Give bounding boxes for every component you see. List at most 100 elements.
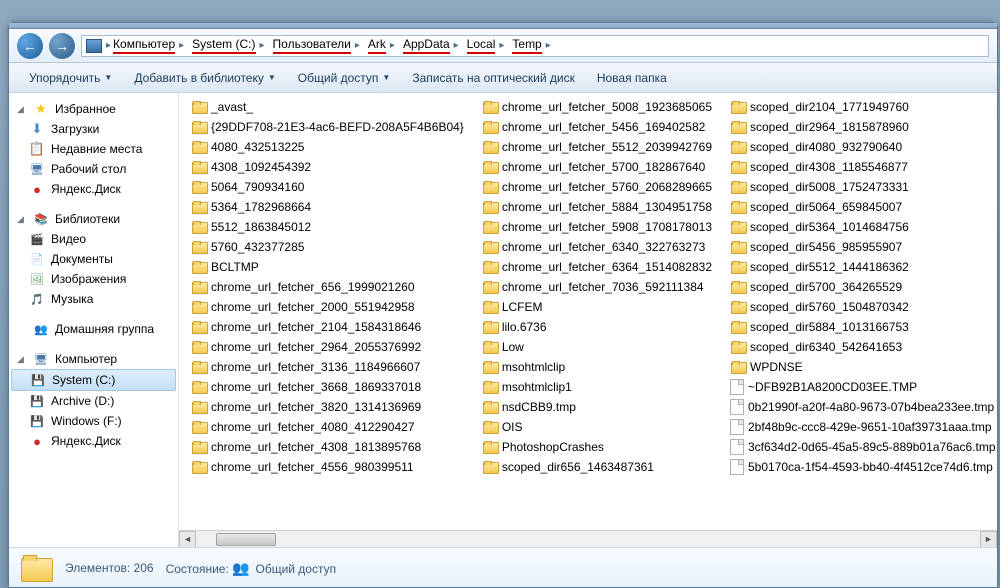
- sidebar-item-загрузки[interactable]: Загрузки: [9, 119, 178, 139]
- folder-item[interactable]: chrome_url_fetcher_3668_1869337018: [187, 377, 468, 397]
- chevron-right-icon[interactable]: ▸: [542, 40, 555, 51]
- file-item[interactable]: 2bf48b9c-ccc8-429e-9651-10af39731aaa.tmp: [726, 417, 997, 437]
- sidebar-head-Избранное[interactable]: ◢Избранное: [9, 99, 178, 119]
- folder-item[interactable]: 5364_1782968664: [187, 197, 468, 217]
- folder-item[interactable]: scoped_dir4080_932790640: [726, 137, 997, 157]
- breadcrumb-system-c-[interactable]: System (C:)▸: [190, 36, 270, 56]
- folder-item[interactable]: 5064_790934160: [187, 177, 468, 197]
- burn-button[interactable]: Записать на оптический диск: [402, 67, 585, 89]
- scroll-right-icon[interactable]: ►: [980, 531, 997, 548]
- folder-item[interactable]: BCLTMP: [187, 257, 468, 277]
- chevron-right-icon[interactable]: ▸: [450, 40, 463, 51]
- sidebar-item-недавние-места[interactable]: Недавние места: [9, 139, 178, 159]
- folder-item[interactable]: scoped_dir5364_1014684756: [726, 217, 997, 237]
- folder-item[interactable]: chrome_url_fetcher_656_1999021260: [187, 277, 468, 297]
- breadcrumb-appdata[interactable]: AppData▸: [401, 36, 465, 56]
- folder-item[interactable]: chrome_url_fetcher_6364_1514082832: [478, 257, 716, 277]
- folder-item[interactable]: lilo.6736: [478, 317, 716, 337]
- sidebar-item-яндекс-диск[interactable]: Яндекс.Диск: [9, 431, 178, 451]
- sidebar-head-Библиотеки[interactable]: ◢Библиотеки: [9, 209, 178, 229]
- folder-item[interactable]: scoped_dir656_1463487361: [478, 457, 716, 477]
- file-list-pane[interactable]: _avast_{29DDF708-21E3-4ac6-BEFD-208A5F4B…: [179, 93, 997, 547]
- file-item[interactable]: ~DFB92B1A8200CD03EE.TMP: [726, 377, 997, 397]
- chevron-right-icon[interactable]: ▸: [351, 40, 364, 51]
- sidebar-item-изображения[interactable]: Изображения: [9, 269, 178, 289]
- folder-item[interactable]: msohtmlclip: [478, 357, 716, 377]
- back-button[interactable]: ←: [17, 33, 43, 59]
- folder-item[interactable]: chrome_url_fetcher_3136_1184966607: [187, 357, 468, 377]
- sidebar-item-видео[interactable]: Видео: [9, 229, 178, 249]
- folder-item[interactable]: scoped_dir5512_1444186362: [726, 257, 997, 277]
- folder-item[interactable]: chrome_url_fetcher_2104_1584318646: [187, 317, 468, 337]
- folder-item[interactable]: msohtmlclip1: [478, 377, 716, 397]
- scroll-left-icon[interactable]: ◄: [179, 531, 196, 548]
- folder-item[interactable]: {29DDF708-21E3-4ac6-BEFD-208A5F4B6B04}: [187, 117, 468, 137]
- chevron-right-icon[interactable]: ▸: [495, 40, 508, 51]
- folder-item[interactable]: chrome_url_fetcher_7036_592111384: [478, 277, 716, 297]
- new-folder-button[interactable]: Новая папка: [587, 67, 677, 89]
- folder-item[interactable]: chrome_url_fetcher_5456_169402582: [478, 117, 716, 137]
- file-item[interactable]: 0b21990f-a20f-4a80-9673-07b4bea233ee.tmp: [726, 397, 997, 417]
- forward-button[interactable]: →: [49, 33, 75, 59]
- breadcrumb--[interactable]: Компьютер▸: [111, 36, 190, 56]
- folder-item[interactable]: PhotoshopCrashes: [478, 437, 716, 457]
- file-item[interactable]: 3cf634d2-0d65-45a5-89c5-889b01a76ac6.tmp: [726, 437, 997, 457]
- folder-item[interactable]: scoped_dir4308_1185546877: [726, 157, 997, 177]
- folder-item[interactable]: 4308_1092454392: [187, 157, 468, 177]
- sidebar-item-документы[interactable]: Документы: [9, 249, 178, 269]
- sidebar-item-музыка[interactable]: Музыка: [9, 289, 178, 309]
- sidebar-head-Домашняя группа[interactable]: Домашняя группа: [9, 319, 178, 339]
- folder-item[interactable]: 5512_1863845012: [187, 217, 468, 237]
- folder-item[interactable]: scoped_dir5456_985955907: [726, 237, 997, 257]
- sidebar-head-Компьютер[interactable]: ◢Компьютер: [9, 349, 178, 369]
- horizontal-scrollbar[interactable]: ◄ ►: [179, 530, 997, 547]
- folder-item[interactable]: scoped_dir5064_659845007: [726, 197, 997, 217]
- folder-item[interactable]: _avast_: [187, 97, 468, 117]
- sidebar-item-archive-d-[interactable]: Archive (D:): [9, 391, 178, 411]
- add-library-button[interactable]: Добавить в библиотеку▼: [124, 67, 285, 89]
- chevron-right-icon[interactable]: ▸: [386, 40, 399, 51]
- chevron-right-icon[interactable]: ▸: [175, 40, 188, 51]
- folder-item[interactable]: Low: [478, 337, 716, 357]
- folder-item[interactable]: LCFEM: [478, 297, 716, 317]
- folder-item[interactable]: chrome_url_fetcher_3820_1314136969: [187, 397, 468, 417]
- folder-item[interactable]: scoped_dir5760_1504870342: [726, 297, 997, 317]
- folder-item[interactable]: chrome_url_fetcher_5512_2039942769: [478, 137, 716, 157]
- sidebar-item-system-c-[interactable]: System (C:): [11, 369, 176, 391]
- sidebar-item-windows-f-[interactable]: Windows (F:): [9, 411, 178, 431]
- organize-button[interactable]: Упорядочить▼: [19, 67, 122, 89]
- folder-item[interactable]: WPDNSE: [726, 357, 997, 377]
- chevron-right-icon[interactable]: ▸: [256, 40, 269, 51]
- folder-item[interactable]: 5760_432377285: [187, 237, 468, 257]
- folder-item[interactable]: chrome_url_fetcher_5884_1304951758: [478, 197, 716, 217]
- breadcrumb-ark[interactable]: Ark▸: [366, 36, 401, 56]
- breadcrumb--[interactable]: Пользователи▸: [271, 36, 366, 56]
- folder-item[interactable]: chrome_url_fetcher_5700_182867640: [478, 157, 716, 177]
- breadcrumb-temp[interactable]: Temp▸: [510, 36, 556, 56]
- folder-item[interactable]: chrome_url_fetcher_2964_2055376992: [187, 337, 468, 357]
- folder-item[interactable]: chrome_url_fetcher_2000_551942958: [187, 297, 468, 317]
- folder-item[interactable]: scoped_dir5884_1013166753: [726, 317, 997, 337]
- folder-item[interactable]: chrome_url_fetcher_4080_412290427: [187, 417, 468, 437]
- folder-item[interactable]: chrome_url_fetcher_5760_2068289665: [478, 177, 716, 197]
- folder-item[interactable]: scoped_dir2104_1771949760: [726, 97, 997, 117]
- folder-item[interactable]: 4080_432513225: [187, 137, 468, 157]
- scroll-thumb[interactable]: [216, 533, 276, 546]
- folder-item[interactable]: chrome_url_fetcher_6340_322763273: [478, 237, 716, 257]
- folder-item[interactable]: scoped_dir5700_364265529: [726, 277, 997, 297]
- sidebar-item-яндекс-диск[interactable]: Яндекс.Диск: [9, 179, 178, 199]
- folder-item[interactable]: scoped_dir6340_542641653: [726, 337, 997, 357]
- folder-item[interactable]: scoped_dir5008_1752473331: [726, 177, 997, 197]
- folder-item[interactable]: scoped_dir2964_1815878960: [726, 117, 997, 137]
- folder-item[interactable]: nsdCBB9.tmp: [478, 397, 716, 417]
- folder-item[interactable]: chrome_url_fetcher_4556_980399511: [187, 457, 468, 477]
- folder-item[interactable]: chrome_url_fetcher_5908_1708178013: [478, 217, 716, 237]
- file-item[interactable]: 5b0170ca-1f54-4593-bb40-4f4512ce74d6.tmp: [726, 457, 997, 477]
- share-button[interactable]: Общий доступ▼: [288, 67, 401, 89]
- sidebar-item-рабочий-стол[interactable]: Рабочий стол: [9, 159, 178, 179]
- address-bar[interactable]: ▸ Компьютер▸System (C:)▸Пользователи▸Ark…: [81, 35, 989, 57]
- folder-item[interactable]: chrome_url_fetcher_4308_1813895768: [187, 437, 468, 457]
- folder-item[interactable]: chrome_url_fetcher_5008_1923685065: [478, 97, 716, 117]
- folder-item[interactable]: OIS: [478, 417, 716, 437]
- breadcrumb-local[interactable]: Local▸: [465, 36, 511, 56]
